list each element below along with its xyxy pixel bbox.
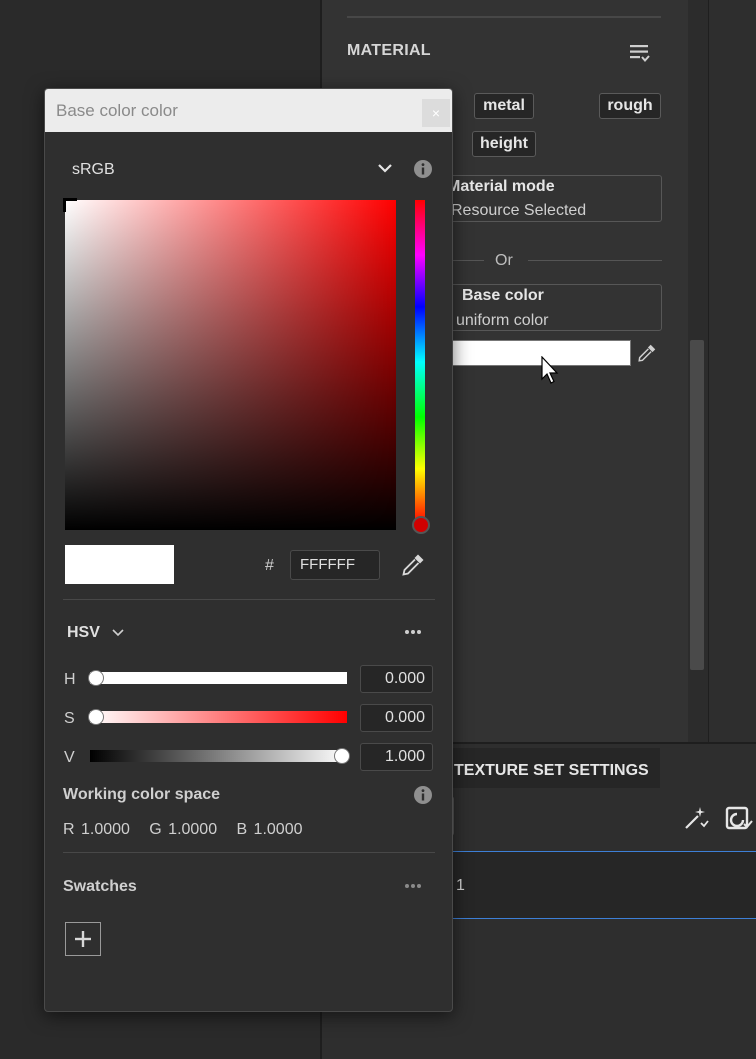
texture-set-row[interactable] [440, 851, 756, 919]
saturation-value-square[interactable] [65, 200, 396, 530]
hue-value-input[interactable]: 0.000 [360, 665, 433, 693]
chevron-down-icon[interactable] [110, 625, 126, 641]
saturation-label: S [64, 710, 75, 727]
section-separator [63, 599, 435, 600]
material-section-title: MATERIAL [347, 42, 431, 59]
more-options-icon[interactable] [403, 880, 423, 892]
color-picker-dialog: Base color color × sRGB # FFFFFF HSV H 0… [44, 88, 453, 1012]
value-value-input[interactable]: 1.000 [360, 743, 433, 771]
base-color-label: Base color [462, 287, 544, 304]
hue-slider-thumb[interactable] [88, 670, 104, 686]
saturation-value-handle[interactable] [63, 198, 77, 212]
hex-input[interactable]: FFFFFF [290, 550, 380, 580]
or-label: Or [495, 252, 513, 269]
hue-label: H [64, 671, 76, 688]
value-slider-track[interactable] [90, 750, 347, 762]
info-icon[interactable] [413, 159, 433, 179]
magic-wand-icon[interactable] [682, 804, 710, 832]
color-space-dropdown[interactable]: sRGB [72, 161, 115, 179]
working-color-space-values: R 1.0000 G 1.0000 B 1.0000 [63, 821, 303, 838]
channel-chip-height[interactable]: height [472, 131, 536, 157]
section-separator [347, 16, 661, 18]
material-mode-label: Material mode [447, 178, 555, 195]
texture-set-settings-title: TEXTURE SET SETTINGS [454, 762, 649, 779]
base-color-swatch[interactable] [446, 340, 631, 366]
swatches-title: Swatches [63, 878, 137, 895]
side-toolbar [708, 0, 756, 742]
hex-hash-label: # [265, 557, 274, 574]
more-options-icon[interactable] [403, 626, 423, 638]
saturation-value-input[interactable]: 0.000 [360, 704, 433, 732]
hue-strip[interactable] [415, 200, 425, 524]
refresh-icon[interactable] [724, 804, 754, 832]
plus-icon [75, 931, 91, 947]
saturation-slider-thumb[interactable] [88, 709, 104, 725]
cursor-icon [541, 356, 559, 384]
texture-set-row-label: 1 [456, 877, 465, 894]
or-divider-right [528, 260, 662, 261]
list-filter-icon[interactable] [628, 42, 652, 66]
section-separator [63, 852, 435, 853]
eyedropper-icon[interactable] [636, 342, 658, 364]
properties-scrollbar-thumb[interactable] [690, 340, 704, 670]
info-icon[interactable] [413, 785, 433, 805]
picker-title: Base color color [56, 101, 178, 120]
value-slider-thumb[interactable] [334, 748, 350, 764]
hue-handle[interactable] [412, 516, 430, 534]
current-color-preview [65, 545, 174, 584]
material-mode-value: Resource Selected [451, 202, 587, 219]
chevron-down-icon[interactable] [376, 159, 394, 177]
close-button[interactable]: × [422, 99, 450, 127]
working-color-space-title: Working color space [63, 786, 221, 803]
value-label: V [64, 749, 75, 766]
base-color-mode-value: uniform color [456, 312, 549, 329]
hue-slider-track[interactable] [90, 672, 347, 684]
channel-chip-metal[interactable]: metal [474, 93, 534, 119]
color-model-dropdown[interactable]: HSV [67, 624, 100, 642]
or-divider-left [452, 260, 484, 261]
eyedropper-icon[interactable] [400, 552, 426, 578]
channel-chip-rough[interactable]: rough [599, 93, 661, 119]
saturation-slider-track[interactable] [90, 711, 347, 723]
add-swatch-button[interactable] [65, 922, 101, 956]
